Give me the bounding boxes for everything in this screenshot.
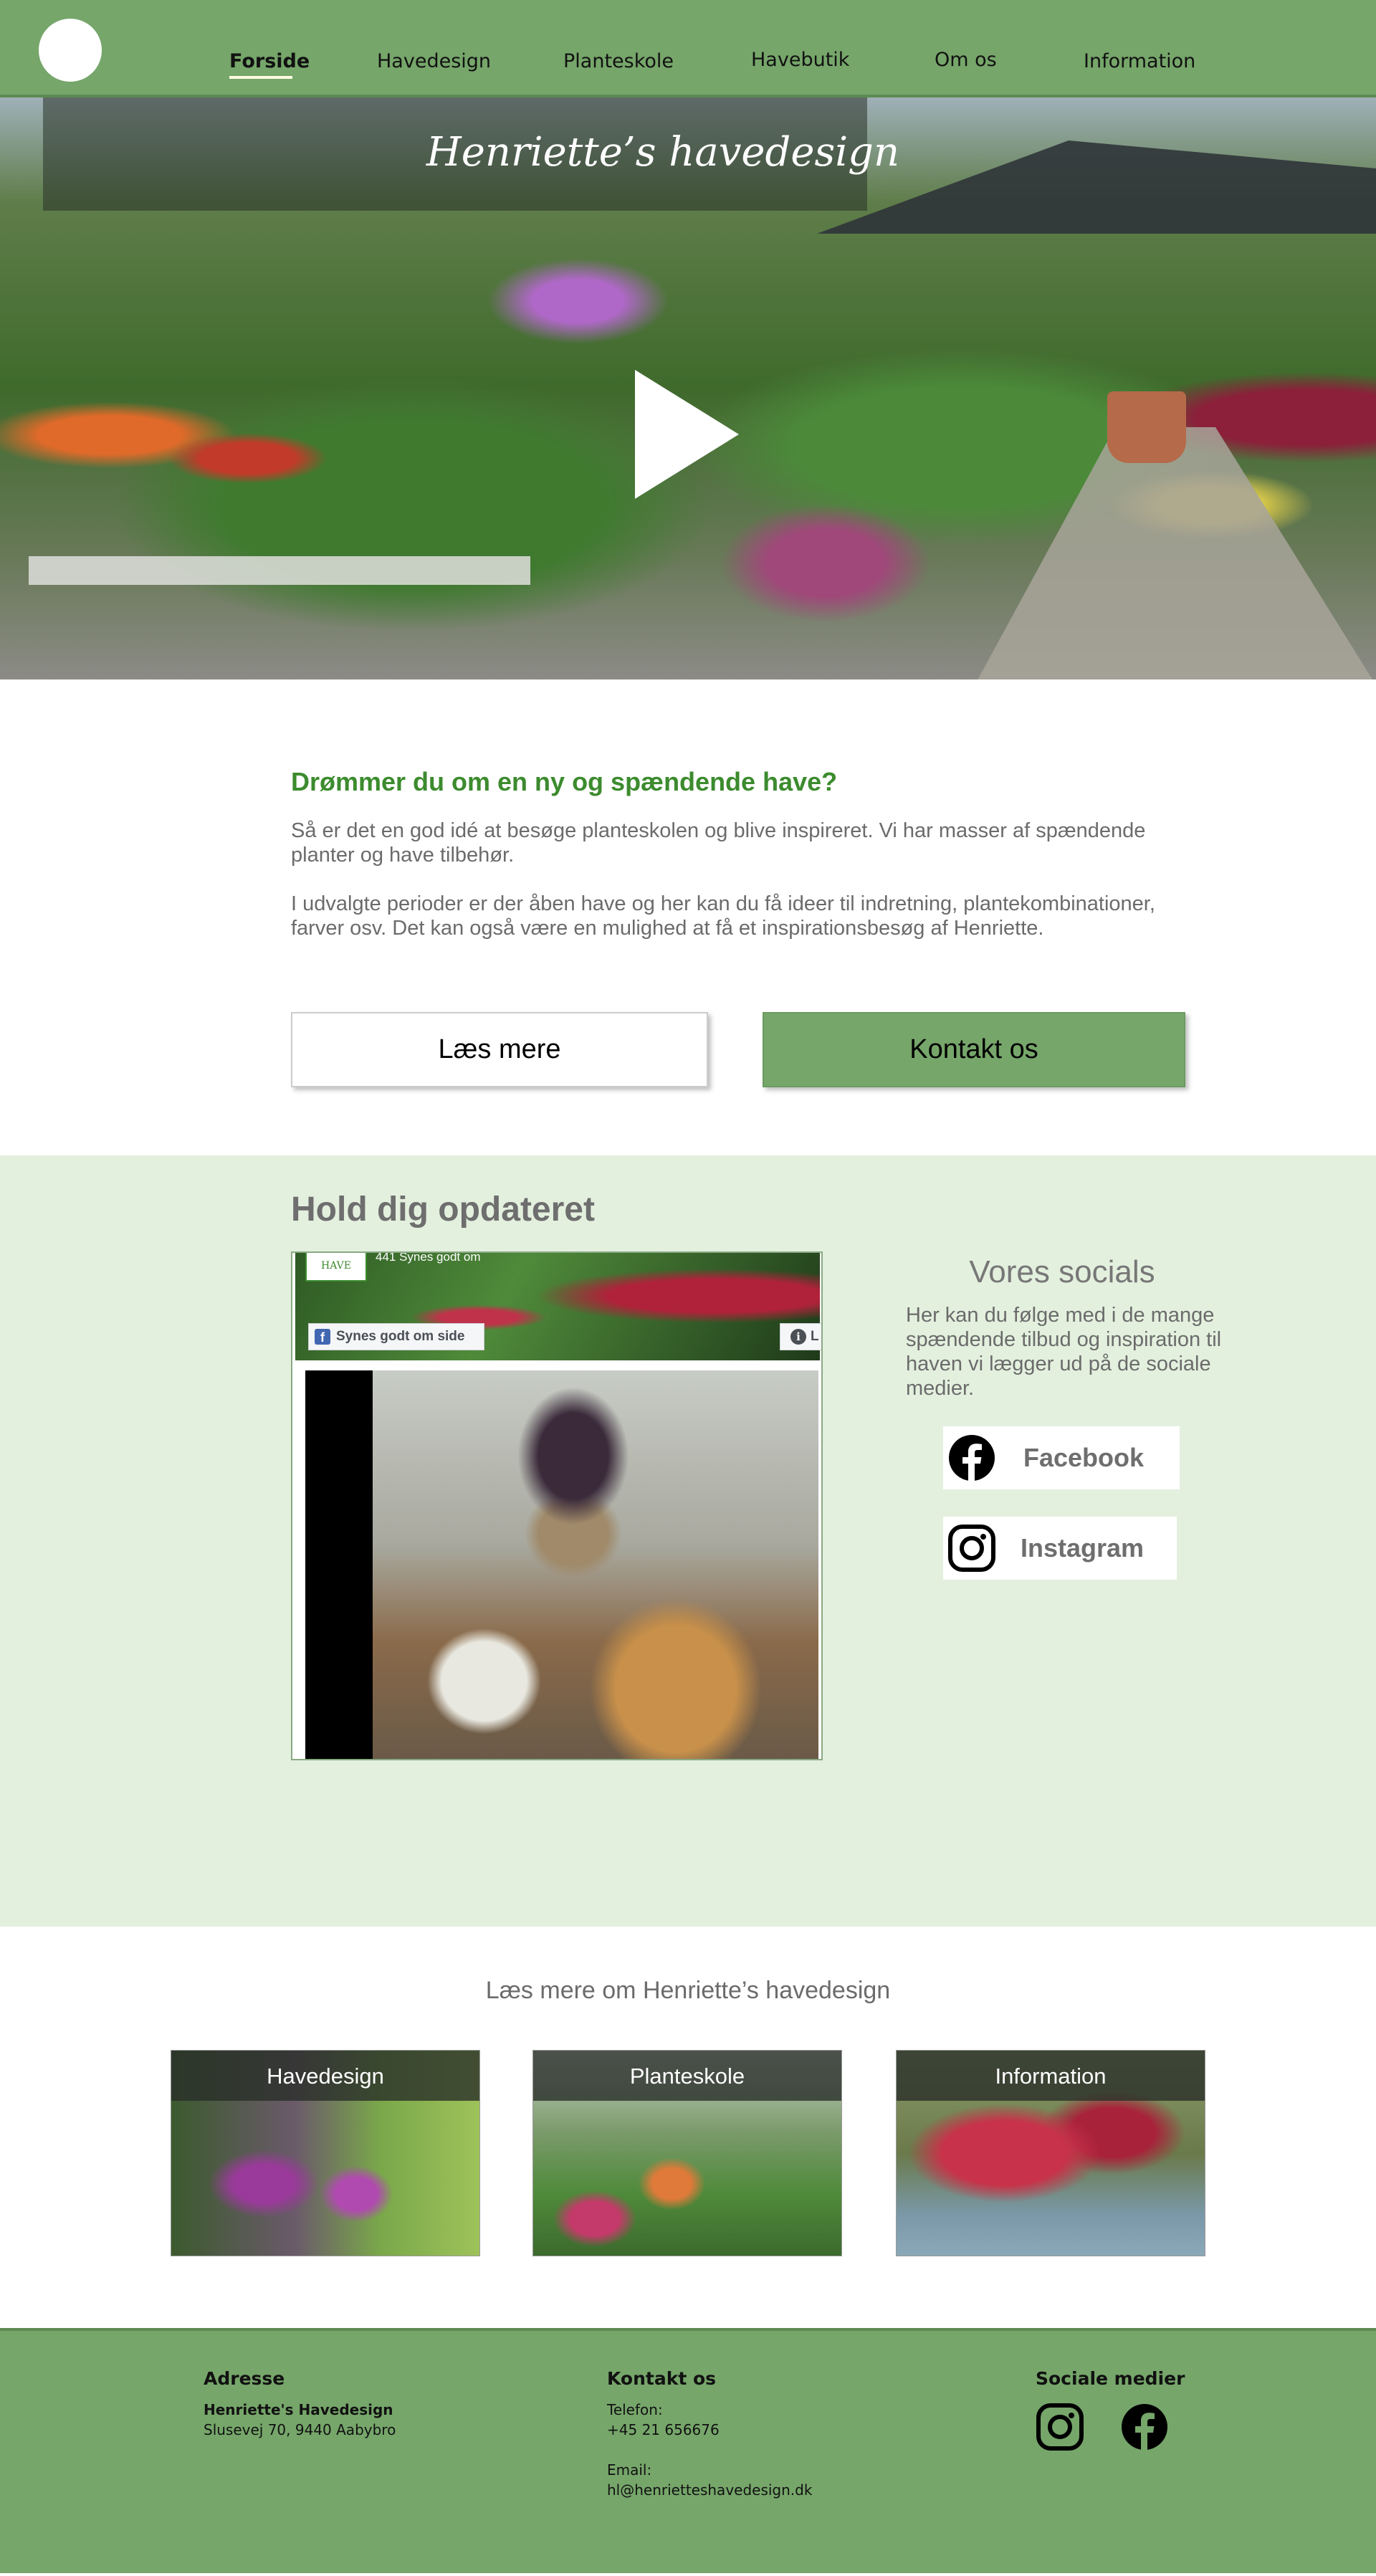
- instagram-button-label: Instagram: [1021, 1533, 1145, 1563]
- instagram-icon: [948, 1525, 995, 1572]
- card-information[interactable]: Information: [896, 2050, 1205, 2256]
- footer-address: Henriette's Havedesign Slusevej 70, 9440…: [204, 2400, 396, 2440]
- footer-contact: Telefon: +45 21 656676 Email: hl@henriet…: [607, 2400, 812, 2500]
- top-nav: Forside Havedesign Planteskole Havebutik…: [0, 0, 1376, 97]
- hero-image-table: [29, 556, 530, 585]
- hero-image-pot: [1107, 391, 1186, 463]
- intro-section: Drømmer du om en ny og spændende have? S…: [291, 767, 1180, 965]
- facebook-icon: [949, 1435, 995, 1482]
- nav-item-havebutik[interactable]: Havebutik: [751, 49, 849, 71]
- facebook-page-avatar[interactable]: HAVE: [305, 1253, 367, 1282]
- facebook-info-button[interactable]: i L: [780, 1323, 821, 1350]
- footer-instagram-icon[interactable]: [1036, 2403, 1084, 2451]
- intro-paragraph-1: Så er det en god idé at besøge plantesko…: [291, 819, 1146, 867]
- footer-address-street: Slusevej 70, 9440 Aabybro: [204, 2421, 396, 2438]
- nav-item-havedesign[interactable]: Havedesign: [377, 50, 491, 72]
- play-icon[interactable]: [635, 370, 739, 499]
- card-planteskole[interactable]: Planteskole: [532, 2050, 842, 2256]
- footer-contact-heading: Kontakt os: [607, 2368, 717, 2389]
- read-more-button[interactable]: Læs mere: [291, 1012, 708, 1087]
- nav-active-indicator: [229, 76, 292, 79]
- contact-button[interactable]: Kontakt os: [763, 1012, 1185, 1087]
- card-havedesign[interactable]: Havedesign: [171, 2050, 480, 2256]
- facebook-info-label: L: [811, 1329, 819, 1344]
- footer-email[interactable]: hl@henrietteshavedesign.dk: [607, 2481, 812, 2499]
- socials-title: Vores socials: [969, 1254, 1155, 1289]
- instagram-button[interactable]: Instagram: [943, 1517, 1177, 1580]
- footer-social-heading: Sociale medier: [1036, 2368, 1185, 2389]
- facebook-post-photo: [373, 1370, 818, 1759]
- facebook-likes-count: 441 Synes godt om: [376, 1251, 481, 1264]
- card-label-information: Information: [995, 2064, 1107, 2089]
- facebook-button-label: Facebook: [1023, 1443, 1145, 1472]
- nav-item-planteskole[interactable]: Planteskole: [563, 50, 674, 72]
- hero-video[interactable]: Henriette’s havedesign: [0, 97, 1376, 679]
- intro-heading: Drømmer du om en ny og spændende have?: [291, 767, 838, 796]
- card-label-planteskole: Planteskole: [629, 2064, 745, 2089]
- footer-address-heading: Adresse: [204, 2368, 285, 2389]
- nav-item-forside[interactable]: Forside: [229, 50, 310, 72]
- read-more-title: Læs mere om Henriette’s havedesign: [485, 1977, 891, 2004]
- facebook-button[interactable]: Facebook: [943, 1426, 1180, 1489]
- hero-image-path: [975, 427, 1376, 679]
- socials-text: Her kan du følge med i de mange spændend…: [906, 1304, 1222, 1400]
- footer-facebook-icon[interactable]: [1120, 2403, 1169, 2451]
- card-label-havedesign: Havedesign: [267, 2064, 384, 2089]
- footer-phone[interactable]: +45 21 656676: [607, 2421, 720, 2438]
- facebook-f-icon: f: [315, 1329, 330, 1345]
- nav-item-information[interactable]: Information: [1084, 50, 1195, 72]
- facebook-like-page-button[interactable]: f Synes godt om side: [308, 1323, 484, 1350]
- footer-email-label: Email:: [607, 2461, 652, 2479]
- facebook-post-media[interactable]: [305, 1370, 818, 1759]
- footer-address-name: Henriette's Havedesign: [204, 2401, 393, 2418]
- hero-title: Henriette’s havedesign: [426, 129, 900, 176]
- info-icon: i: [790, 1329, 806, 1345]
- updates-section: Hold dig opdateret HAVE 441 Synes godt o…: [0, 1155, 1376, 1927]
- footer: Adresse Henriette's Havedesign Slusevej …: [0, 2328, 1376, 2573]
- facebook-embed[interactable]: HAVE 441 Synes godt om f Synes godt om s…: [291, 1251, 823, 1760]
- logo[interactable]: [39, 19, 102, 82]
- nav-item-om-os[interactable]: Om os: [935, 49, 997, 71]
- intro-paragraph-2: I udvalgte perioder er der åben have og …: [291, 892, 1155, 940]
- facebook-like-page-label: Synes godt om side: [336, 1329, 465, 1344]
- footer-phone-label: Telefon:: [607, 2401, 663, 2418]
- facebook-cover-image: HAVE 441 Synes godt om f Synes godt om s…: [295, 1251, 821, 1360]
- updates-title: Hold dig opdateret: [291, 1191, 595, 1229]
